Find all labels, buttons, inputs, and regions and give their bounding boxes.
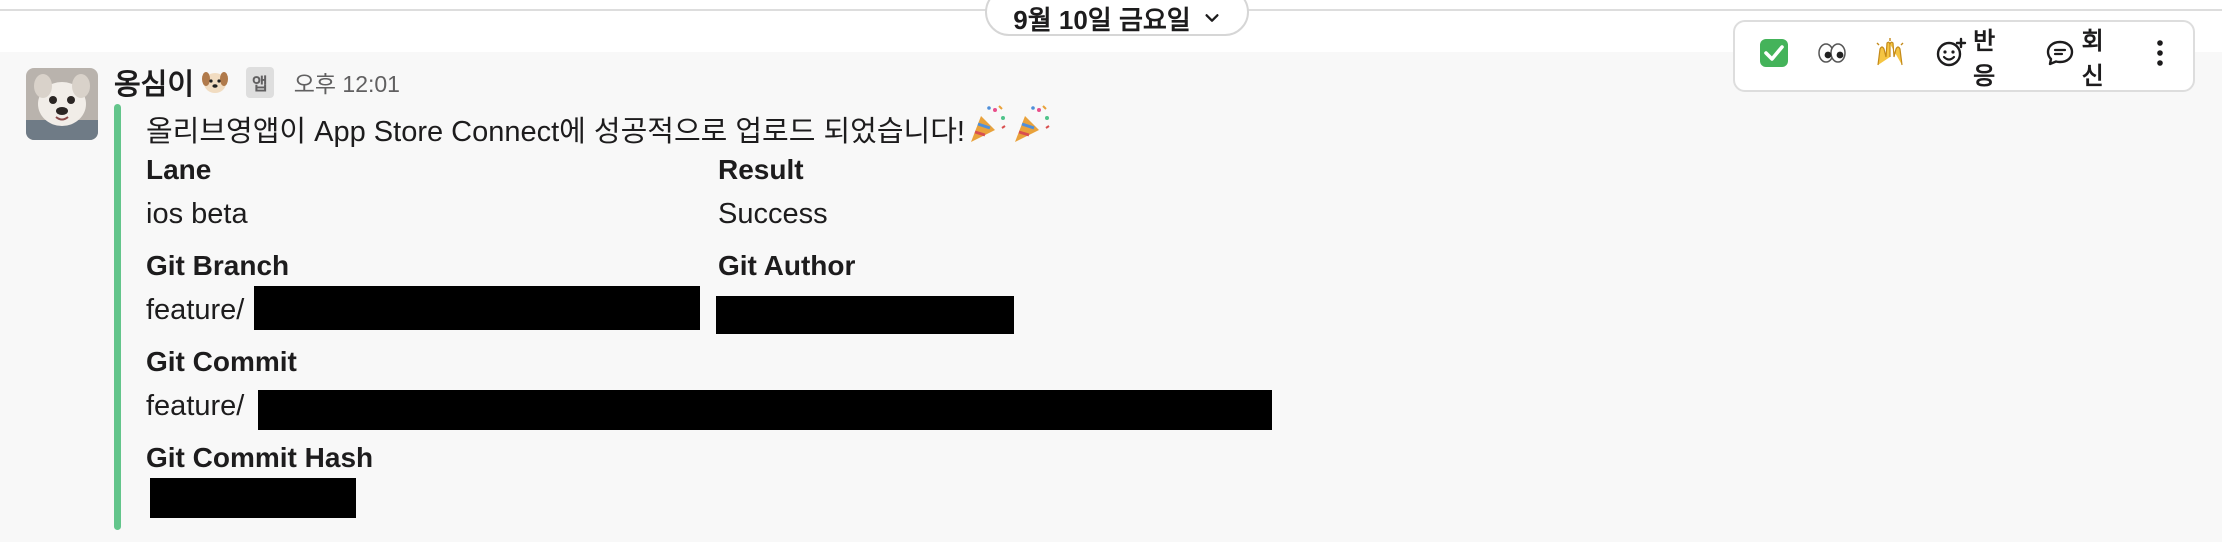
date-label: 9월 10일 금요일	[1013, 4, 1191, 35]
field-title-lane: Lane	[146, 154, 212, 185]
field-title-git-branch: Git Branch	[146, 250, 290, 281]
avatar[interactable]	[26, 68, 98, 140]
field-value-result: Success	[718, 198, 828, 230]
redacted-git-author	[716, 296, 1014, 334]
redacted-git-commit	[258, 390, 1272, 430]
white-check-mark-reaction-button[interactable]	[1747, 29, 1801, 83]
reply-in-thread-button[interactable]: 회신	[2030, 28, 2135, 90]
field-title-result: Result	[718, 154, 804, 185]
message-text-row: 올리브영앱이 App Store Connect에 성공적으로 업로드 되었습니…	[146, 105, 1053, 150]
eyes-reaction-button[interactable]	[1805, 29, 1859, 83]
party-popper-icon	[1009, 102, 1053, 146]
message-actions-toolbar: 반응 회신	[1733, 20, 2195, 92]
app-badge: 앱	[246, 66, 274, 98]
raised-hands-reaction-button[interactable]	[1863, 29, 1917, 83]
dog-emoji-icon	[200, 67, 230, 97]
more-actions-button[interactable]	[2138, 29, 2181, 83]
field-title-git-commit: Git Commit	[146, 346, 297, 377]
more-vertical-icon	[2144, 37, 2176, 76]
message-text: 올리브영앱이 App Store Connect에 성공적으로 업로드 되었습니…	[146, 116, 965, 148]
field-title-git-commit-hash: Git Commit Hash	[146, 442, 374, 473]
white-check-mark-icon	[1758, 37, 1790, 76]
party-popper-icon	[965, 102, 1009, 146]
field-title-git-author: Git Author	[718, 250, 856, 281]
attachment: 올리브영앱이 App Store Connect에 성공적으로 업로드 되었습니…	[146, 104, 1546, 534]
add-reaction-label: 반응	[1973, 28, 1996, 90]
eyes-icon	[1816, 37, 1848, 76]
add-reaction-button[interactable]: 반응	[1921, 28, 2026, 90]
redacted-git-branch	[254, 286, 700, 330]
sender-name[interactable]: 옹심이	[114, 61, 194, 103]
timestamp[interactable]: 오후 12:01	[294, 65, 400, 99]
field-value-git-commit: feature/	[146, 390, 245, 422]
redacted-git-commit-hash	[150, 478, 356, 518]
chevron-down-icon	[1203, 3, 1221, 34]
thread-reply-icon	[2044, 37, 2076, 76]
field-value-lane: ios beta	[146, 198, 248, 230]
attachment-accent-bar	[114, 104, 121, 530]
reply-label: 회신	[2081, 28, 2104, 90]
field-value-git-branch: feature/	[146, 294, 245, 326]
raised-hands-icon	[1874, 37, 1906, 76]
date-divider-button[interactable]: 9월 10일 금요일	[985, 0, 1249, 36]
message-header: 옹심이 앱 오후 12:01	[114, 62, 400, 102]
add-reaction-icon	[1935, 37, 1967, 76]
